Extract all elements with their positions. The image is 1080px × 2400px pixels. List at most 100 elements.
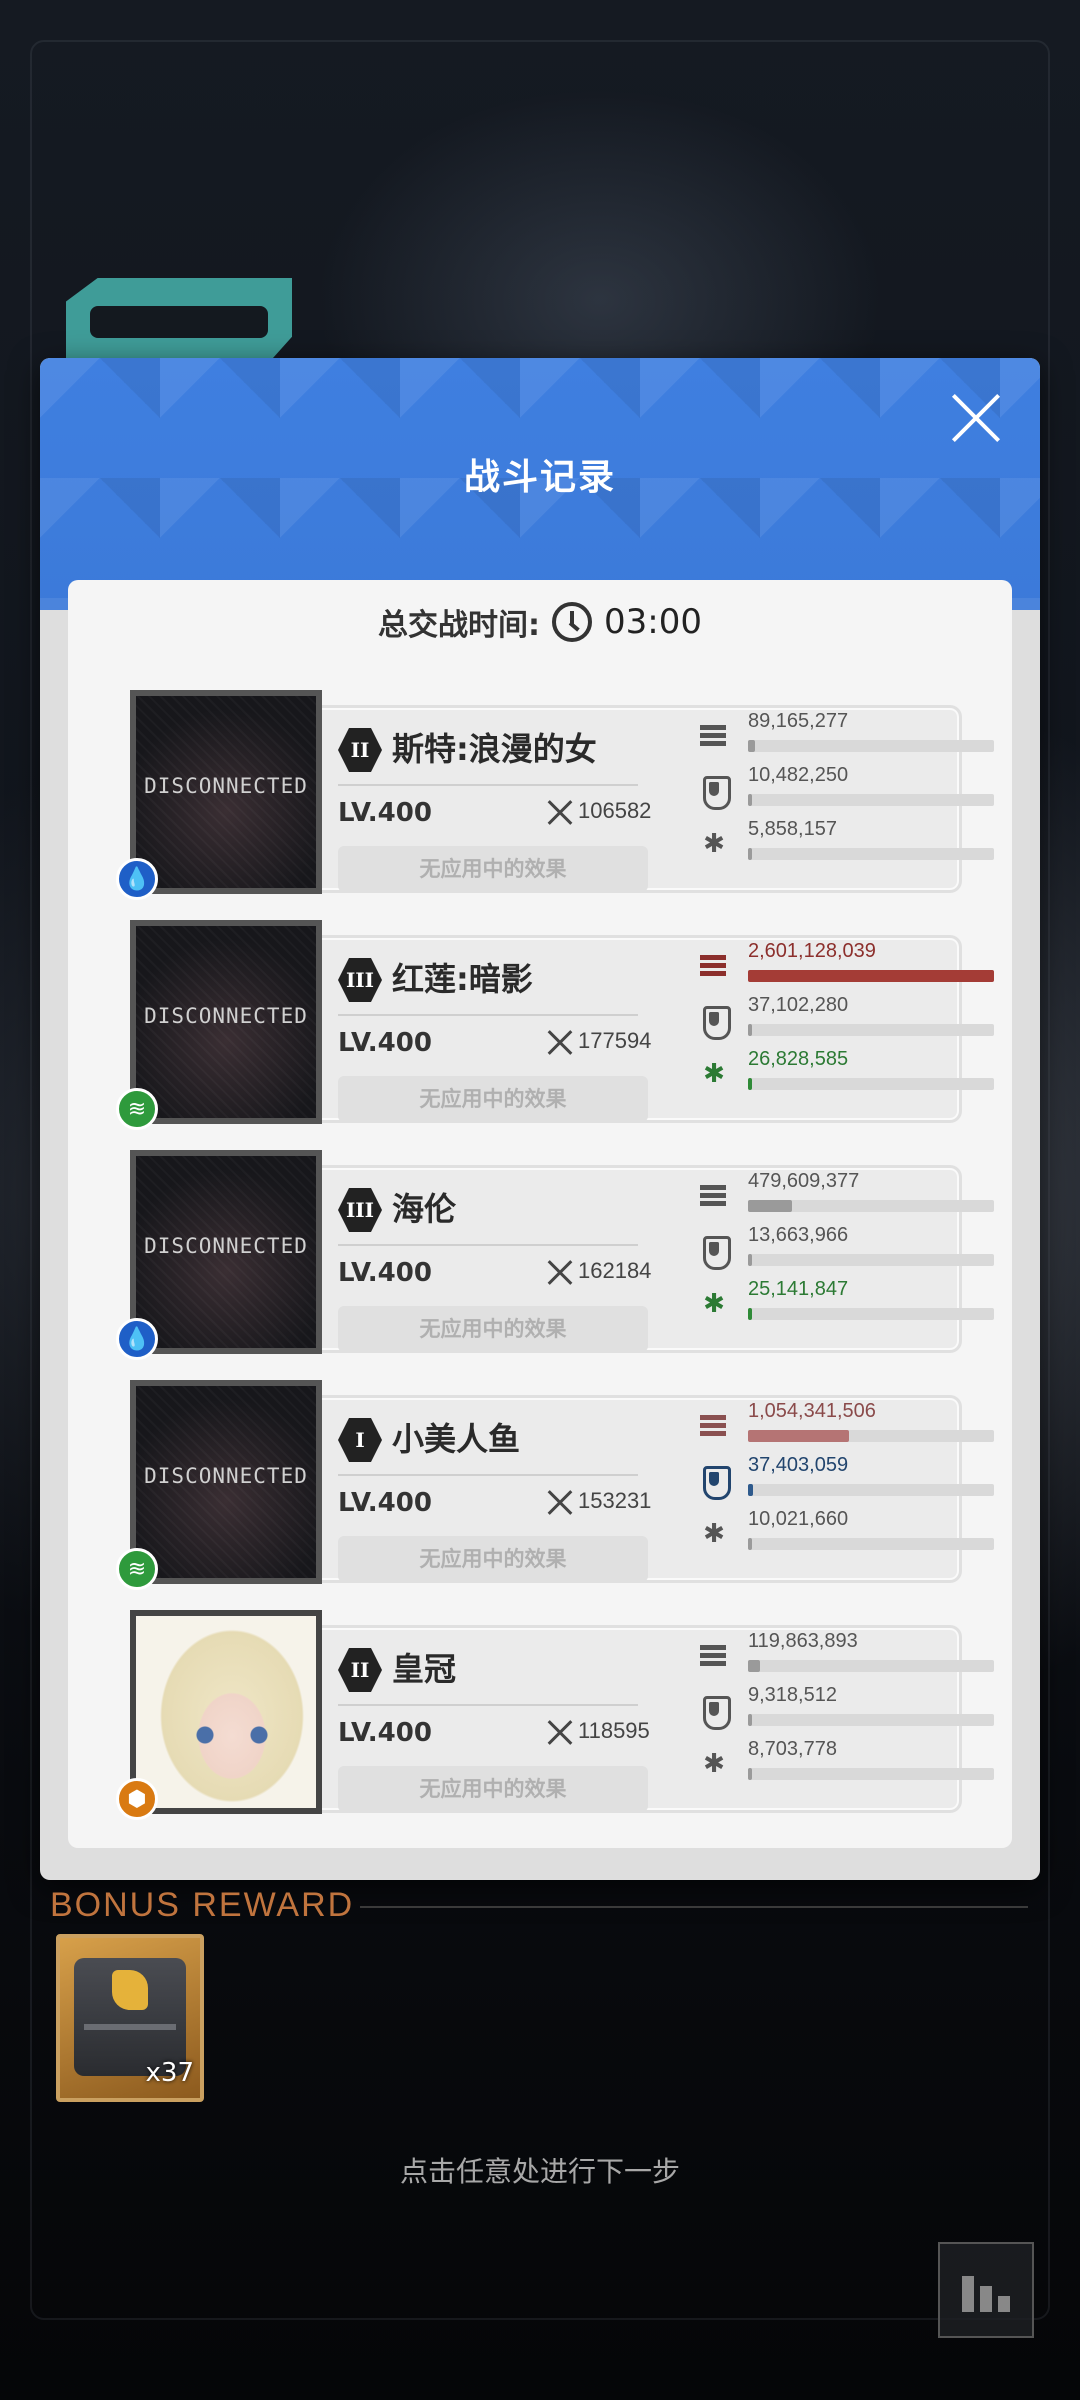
heal-icon: ✱ [703, 1749, 725, 1779]
close-icon[interactable] [948, 390, 1004, 446]
damage-bar [748, 740, 994, 752]
heal-bar-fill [748, 1308, 752, 1320]
divider [338, 1474, 638, 1476]
shield-icon [698, 1236, 731, 1270]
shield-value: 9,318,512 [748, 1684, 837, 1706]
shield-bar-fill [748, 1714, 752, 1726]
level-label: LV.400 [338, 1718, 432, 1748]
heal-bar [748, 1308, 994, 1320]
damage-icon [698, 952, 730, 980]
nikke-row[interactable]: DISCONNECTED ≋ I 小美人鱼 LV.400 153231 无应用中… [92, 1380, 994, 1590]
combat-power: 162184 [578, 1258, 652, 1283]
shield-stat: 9,318,512 [698, 1684, 994, 1732]
effects-status: 无应用中的效果 [338, 846, 648, 892]
damage-stat: 2,601,128,039 [698, 940, 994, 988]
nikke-row[interactable]: DISCONNECTED 💧 II 斯特:浪漫的女 LV.400 106582 … [92, 690, 994, 900]
damage-value: 2,601,128,039 [748, 940, 876, 962]
shield-value: 13,663,966 [748, 1224, 849, 1246]
heal-value: 26,828,585 [748, 1048, 849, 1070]
bonus-divider [360, 1906, 1028, 1908]
heal-value: 25,141,847 [748, 1278, 849, 1300]
portrait: DISCONNECTED [130, 690, 322, 894]
damage-bar-fill [748, 740, 756, 752]
divider [338, 1704, 638, 1706]
level-label: LV.400 [338, 1258, 432, 1288]
total-duration: 总交战时间: 03:00 [68, 592, 1012, 652]
damage-bar-fill [748, 1430, 849, 1442]
combat-power: 118595 [578, 1718, 650, 1743]
damage-value: 89,165,277 [748, 710, 849, 732]
disconnected-label: DISCONNECTED [144, 1234, 308, 1258]
heal-value: 5,858,157 [748, 818, 837, 840]
duration-label: 总交战时间: [378, 608, 540, 643]
portrait [130, 1610, 322, 1814]
damage-value: 119,863,893 [748, 1630, 858, 1652]
nikke-name: 海伦 [392, 1190, 457, 1228]
heal-value: 10,021,660 [748, 1508, 849, 1530]
effects-status: 无应用中的效果 [338, 1306, 648, 1352]
damage-bar [748, 1660, 994, 1672]
bonus-reward-title: BONUS REWARD [50, 1886, 355, 1924]
battle-record-modal: 战斗记录 总交战时间: 03:00 DISCONNECTED 💧 II 斯特:浪… [40, 358, 1040, 1880]
battle-record-content: 总交战时间: 03:00 DISCONNECTED 💧 II 斯特:浪漫的女 L… [68, 580, 1012, 1848]
shield-bar-fill [748, 1254, 752, 1266]
crossed-swords-icon [544, 1258, 574, 1288]
damage-bar [748, 1430, 994, 1442]
heal-icon: ✱ [703, 1289, 725, 1319]
effects-status: 无应用中的效果 [338, 1766, 648, 1812]
nikke-name: 红莲:暗影 [392, 960, 533, 998]
shield-bar-fill [748, 1484, 753, 1496]
effects-status: 无应用中的效果 [338, 1076, 648, 1122]
statistics-button[interactable] [938, 2242, 1034, 2338]
bar-chart-icon [962, 2276, 974, 2312]
damage-icon [698, 1642, 730, 1670]
heal-value: 8,703,778 [748, 1738, 837, 1760]
damage-bar-fill [748, 970, 994, 982]
shield-value: 37,403,059 [748, 1454, 849, 1476]
heal-stat: ✱ 26,828,585 [698, 1048, 994, 1096]
portrait: DISCONNECTED [130, 920, 322, 1124]
divider [338, 1244, 638, 1246]
heal-icon: ✱ [703, 1059, 725, 1089]
damage-icon [698, 1182, 730, 1210]
heal-icon: ✱ [703, 829, 725, 859]
heal-bar-fill [748, 848, 752, 860]
crossed-swords-icon [544, 1718, 574, 1748]
tap-to-continue-hint[interactable]: 点击任意处进行下一步 [0, 2150, 1080, 2190]
nikke-row[interactable]: ⬢ II 皇冠 LV.400 118595 无应用中的效果 119,863,89… [92, 1610, 994, 1820]
water-element-icon: 💧 [116, 858, 158, 900]
level-label: LV.400 [338, 798, 432, 828]
wind-element-icon: ≋ [116, 1548, 158, 1590]
damage-stat: 119,863,893 [698, 1630, 994, 1678]
level-label: LV.400 [338, 1488, 432, 1518]
damage-stat: 89,165,277 [698, 710, 994, 758]
reward-item[interactable]: x37 [56, 1934, 204, 2102]
portrait: DISCONNECTED [130, 1380, 322, 1584]
reward-count: x37 [145, 2058, 194, 2088]
shield-value: 10,482,250 [748, 764, 849, 786]
damage-bar-fill [748, 1660, 761, 1672]
damage-bar [748, 970, 994, 982]
damage-stat: 1,054,341,506 [698, 1400, 994, 1448]
shield-bar [748, 1024, 994, 1036]
shield-bar-fill [748, 794, 752, 806]
nikke-row[interactable]: DISCONNECTED 💧 III 海伦 LV.400 162184 无应用中… [92, 1150, 994, 1360]
disconnected-label: DISCONNECTED [144, 1004, 308, 1028]
heal-stat: ✱ 5,858,157 [698, 818, 994, 866]
damage-bar-fill [748, 1200, 793, 1212]
crossed-swords-icon [544, 1028, 574, 1058]
shield-icon [698, 1466, 731, 1500]
combat-power: 177594 [578, 1028, 652, 1053]
heal-bar [748, 1078, 994, 1090]
nikke-row[interactable]: DISCONNECTED ≋ III 红莲:暗影 LV.400 177594 无… [92, 920, 994, 1130]
damage-icon [698, 1412, 730, 1440]
shield-stat: 10,482,250 [698, 764, 994, 812]
divider [338, 784, 638, 786]
heal-bar-fill [748, 1078, 752, 1090]
nikke-name: 斯特:浪漫的女 [392, 730, 597, 768]
nikke-name: 小美人鱼 [392, 1420, 521, 1458]
heal-bar [748, 848, 994, 860]
duration-value: 03:00 [604, 602, 702, 642]
shield-bar [748, 1714, 994, 1726]
level-label: LV.400 [338, 1028, 432, 1058]
